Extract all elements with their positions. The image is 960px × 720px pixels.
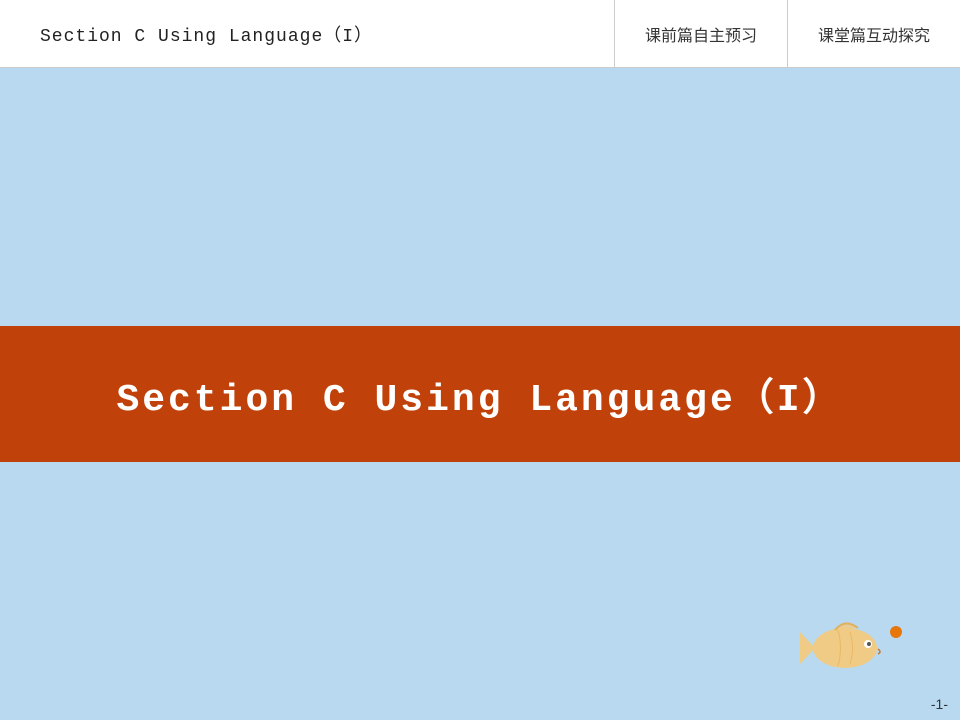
header-title: Section C Using Language（I） [0, 21, 614, 47]
center-banner: Section C Using Language（I） [0, 326, 960, 462]
nav-item-preview[interactable]: 课前篇自主预习 [614, 0, 787, 67]
header-bar: Section C Using Language（I） 课前篇自主预习 课堂篇互… [0, 0, 960, 68]
main-content: Section C Using Language（I） [0, 68, 960, 720]
slide-container: Section C Using Language（I） 课前篇自主预习 课堂篇互… [0, 0, 960, 720]
header-nav: 课前篇自主预习 课堂篇互动探究 [614, 0, 960, 67]
banner-title: Section C Using Language（I） [116, 366, 843, 422]
fish-decoration [800, 610, 900, 680]
orange-dot-decoration [890, 626, 902, 638]
page-number: -1- [931, 696, 948, 712]
nav-item-classroom[interactable]: 课堂篇互动探究 [787, 0, 960, 67]
